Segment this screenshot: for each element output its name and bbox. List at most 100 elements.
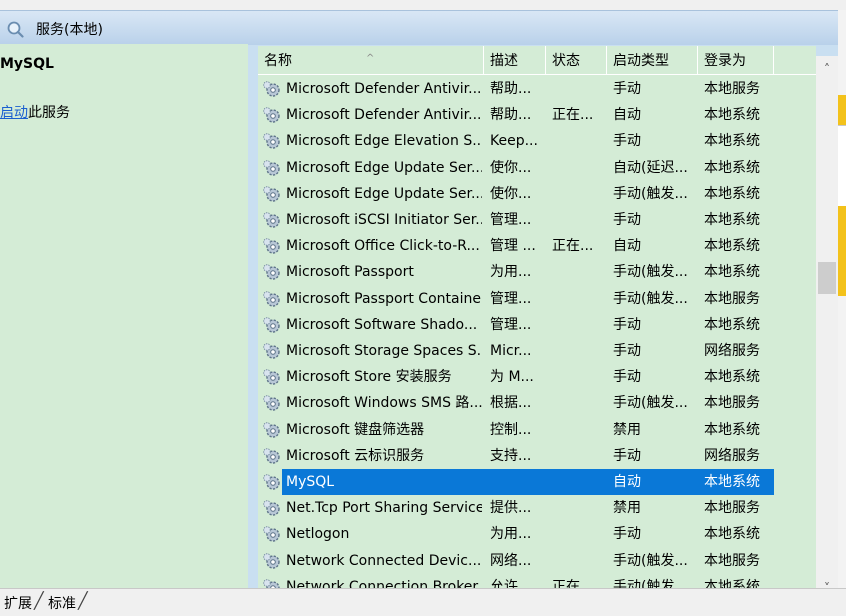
- table-row[interactable]: Microsoft Storage Spaces S... Micr... 手动 网络…: [258, 338, 774, 364]
- table-row[interactable]: Microsoft Defender Antivir... 帮助... 正在... 自…: [258, 102, 774, 128]
- column-header-startup-type[interactable]: 启动类型: [607, 46, 698, 75]
- cell-description: 管理...: [490, 291, 532, 307]
- services-pane: 服务(本地) MySQL 启动此服务 名称 ^ 描述 状态 启动类型 登录为 M…: [0, 10, 838, 588]
- cell-startup-type: 禁用: [613, 500, 641, 516]
- cell-name: Microsoft Defender Antivir...: [286, 81, 482, 97]
- cell-name: MySQL: [286, 474, 335, 490]
- service-gear-icon: [263, 238, 280, 254]
- cell-name: Microsoft 键盘筛选器: [286, 422, 425, 438]
- table-row[interactable]: Microsoft Edge Update Ser... 使你... 自动(延迟..…: [258, 155, 774, 181]
- cell-startup-type: 手动: [613, 317, 641, 333]
- column-header-description[interactable]: 描述: [484, 46, 546, 75]
- scroll-down-icon[interactable]: ˅: [816, 578, 838, 588]
- service-gear-icon: [263, 526, 280, 542]
- service-gear-icon: [263, 186, 280, 202]
- cell-startup-type: 手动: [613, 81, 641, 97]
- tab-standard[interactable]: 标准: [48, 593, 76, 613]
- cell-logon-as: 本地系统: [704, 186, 760, 202]
- cell-status: [552, 521, 608, 547]
- cell-startup-type: 自动: [613, 107, 641, 123]
- background-window-fragment: [838, 125, 846, 207]
- table-row[interactable]: MySQL 自动 本地系统: [258, 469, 774, 495]
- cell-name: Microsoft Windows SMS 路...: [286, 395, 482, 411]
- cell-name: Netlogon: [286, 526, 350, 542]
- cell-status: [552, 390, 608, 416]
- tab-divider: ╱: [34, 591, 44, 610]
- tab-divider: ╱: [78, 591, 88, 610]
- cell-status: 正在...: [552, 107, 594, 123]
- table-row[interactable]: Netlogon 为用... 手动 本地系统: [258, 521, 774, 547]
- column-header-logon-as[interactable]: 登录为: [698, 46, 774, 75]
- cell-logon-as: 本地系统: [704, 369, 760, 385]
- cell-status: [552, 443, 608, 469]
- cell-startup-type: 自动: [613, 238, 641, 254]
- start-service-link[interactable]: 启动: [0, 105, 28, 121]
- table-row[interactable]: Microsoft Edge Elevation S... Keep... 手动 本地…: [258, 128, 774, 154]
- cell-status: [552, 548, 608, 574]
- cell-name: Microsoft Passport Container: [286, 291, 482, 307]
- table-row[interactable]: Microsoft Passport Container 管理... 手动(触发..…: [258, 286, 774, 312]
- cell-startup-type: 手动: [613, 526, 641, 542]
- cell-logon-as: 本地服务: [704, 553, 760, 569]
- scrollbar-thumb[interactable]: [818, 262, 836, 294]
- cell-logon-as: 本地服务: [704, 500, 760, 516]
- cell-status: [552, 128, 608, 154]
- table-row[interactable]: Net.Tcp Port Sharing Service 提供... 禁用 本地服务: [258, 495, 774, 521]
- cell-name: Microsoft Edge Update Ser...: [286, 160, 482, 176]
- table-row[interactable]: Microsoft iSCSI Initiator Ser... 管理... 手动 本…: [258, 207, 774, 233]
- table-row[interactable]: Microsoft Defender Antivir... 帮助... 手动 本地服务: [258, 76, 774, 102]
- background-window-edge: [838, 10, 846, 588]
- cell-status: [552, 469, 608, 495]
- table-row[interactable]: Microsoft Passport 为用... 手动(触发... 本地系统: [258, 259, 774, 285]
- cell-status: [552, 364, 608, 390]
- cell-logon-as: 本地系统: [704, 212, 760, 228]
- service-gear-icon: [263, 579, 280, 588]
- table-row[interactable]: Network Connection Broker 允许... 正在... 手动(触发…: [258, 574, 774, 588]
- cell-name: Microsoft Office Click-to-R...: [286, 238, 480, 254]
- cell-status: [552, 417, 608, 443]
- cell-name: Microsoft iSCSI Initiator Ser...: [286, 212, 482, 228]
- service-gear-icon: [263, 448, 280, 464]
- service-gear-icon: [263, 395, 280, 411]
- table-row[interactable]: Network Connected Devic... 网络... 手动(触发... 本…: [258, 548, 774, 574]
- column-header-status[interactable]: 状态: [546, 46, 607, 75]
- table-row[interactable]: Microsoft Store 安装服务 为 M... 手动 本地系统: [258, 364, 774, 390]
- cell-logon-as: 本地系统: [704, 160, 760, 176]
- table-row[interactable]: Microsoft 云标识服务 支持... 手动 网络服务: [258, 443, 774, 469]
- service-gear-icon: [263, 474, 280, 490]
- scroll-up-icon[interactable]: ˄: [816, 56, 838, 82]
- cell-status: 正在...: [552, 238, 594, 254]
- cell-description: 帮助...: [490, 81, 532, 97]
- cell-status: [552, 312, 608, 338]
- cell-startup-type: 手动: [613, 133, 641, 149]
- service-details-panel: MySQL 启动此服务: [0, 44, 248, 588]
- table-row[interactable]: Microsoft Edge Update Ser... 使你... 手动(触发..…: [258, 181, 774, 207]
- table-row[interactable]: Microsoft Office Click-to-R... 管理 ... 正在..…: [258, 233, 774, 259]
- cell-startup-type: 手动: [613, 448, 641, 464]
- service-gear-icon: [263, 264, 280, 280]
- cell-logon-as: 网络服务: [704, 343, 760, 359]
- column-header-name[interactable]: 名称 ^: [258, 46, 484, 75]
- service-gear-icon: [263, 133, 280, 149]
- column-header-spacer: [774, 46, 816, 75]
- cell-description: 为用...: [490, 264, 532, 280]
- table-row[interactable]: Microsoft Windows SMS 路... 根据... 手动(触发... 本…: [258, 390, 774, 416]
- vertical-scrollbar[interactable]: ˄ ˅: [816, 56, 838, 588]
- cell-description: 为 M...: [490, 369, 534, 385]
- cell-name: Net.Tcp Port Sharing Service: [286, 500, 482, 516]
- cell-description: 支持...: [490, 448, 532, 464]
- service-gear-icon: [263, 553, 280, 569]
- cell-description: [490, 469, 548, 495]
- pane-title: 服务(本地): [36, 22, 103, 38]
- cell-description: 根据...: [490, 395, 532, 411]
- table-row[interactable]: Microsoft Software Shado... 管理... 手动 本地系统: [258, 312, 774, 338]
- cell-description: 网络...: [490, 553, 532, 569]
- table-row[interactable]: Microsoft 键盘筛选器 控制... 禁用 本地系统: [258, 417, 774, 443]
- view-tabs-bar: 扩展 ╱ 标准 ╱: [0, 588, 846, 616]
- cell-status: [552, 286, 608, 312]
- tab-extended[interactable]: 扩展: [4, 593, 32, 613]
- start-service-suffix: 此服务: [28, 105, 70, 121]
- cell-name: Microsoft 云标识服务: [286, 448, 425, 464]
- cell-startup-type: 手动: [613, 343, 641, 359]
- cell-name: Microsoft Storage Spaces S...: [286, 343, 482, 359]
